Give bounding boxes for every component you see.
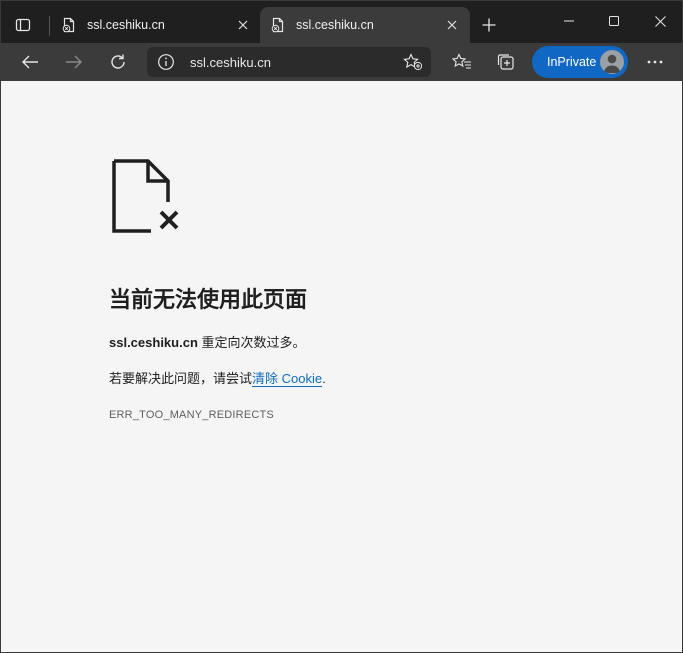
broken-favicon-icon xyxy=(62,17,75,33)
close-tab-button[interactable] xyxy=(235,17,251,33)
toolbar: ssl.ceshiku.cn InPrivate xyxy=(1,43,682,81)
broken-favicon-icon xyxy=(271,17,284,33)
more-button[interactable] xyxy=(640,47,670,77)
info-icon[interactable] xyxy=(157,53,175,71)
refresh-button[interactable] xyxy=(103,47,133,77)
close-tab-icon xyxy=(447,20,457,30)
error-suggestion: 若要解决此问题，请尝试清除 Cookie. xyxy=(109,368,326,387)
inprivate-label: InPrivate xyxy=(547,55,597,69)
forward-icon xyxy=(66,55,82,69)
minimize-button[interactable] xyxy=(554,8,584,34)
tab-title: ssl.ceshiku.cn xyxy=(87,18,165,32)
close-tab-icon xyxy=(238,20,248,30)
more-icon xyxy=(647,60,663,64)
browser-window: ssl.ceshiku.cn ssl.ceshiku.cn ssl.ceshik… xyxy=(0,0,683,653)
clear-cookies-link[interactable]: 清除 Cookie xyxy=(252,371,323,387)
back-icon xyxy=(22,55,38,69)
minimize-icon xyxy=(564,20,574,22)
forward-button[interactable] xyxy=(59,47,89,77)
tab-active[interactable]: ssl.ceshiku.cn xyxy=(260,7,470,43)
tab-actions-icon xyxy=(15,18,31,32)
close-tab-button[interactable] xyxy=(444,17,460,33)
maximize-button[interactable] xyxy=(599,8,629,34)
error-host: ssl.ceshiku.cn xyxy=(109,335,198,350)
error-message-text: 重定向次数过多。 xyxy=(197,335,306,350)
tab-separator xyxy=(49,16,50,36)
inprivate-button[interactable]: InPrivate xyxy=(532,46,628,78)
close-window-icon xyxy=(654,15,666,27)
tab-inactive[interactable]: ssl.ceshiku.cn xyxy=(51,7,261,43)
error-code: ERR_TOO_MANY_REDIRECTS xyxy=(109,409,274,421)
tab-strip: ssl.ceshiku.cn ssl.ceshiku.cn xyxy=(1,1,682,43)
suggestion-text: 若要解决此问题，请尝试 xyxy=(109,371,253,386)
new-tab-button[interactable] xyxy=(477,13,501,37)
suggestion-suffix: . xyxy=(322,371,326,386)
collections-icon xyxy=(497,54,514,70)
refresh-icon xyxy=(111,54,125,69)
close-window-button[interactable] xyxy=(645,8,675,34)
add-favorite-icon[interactable] xyxy=(403,53,423,71)
maximize-icon xyxy=(609,16,619,26)
error-message: ssl.ceshiku.cn 重定向次数过多。 xyxy=(109,332,306,351)
collections-button[interactable] xyxy=(491,47,521,77)
tab-title: ssl.ceshiku.cn xyxy=(296,18,374,32)
new-tab-icon xyxy=(482,18,496,32)
avatar xyxy=(600,50,624,74)
url-text[interactable]: ssl.ceshiku.cn xyxy=(190,55,271,70)
tab-actions-button[interactable] xyxy=(9,11,37,39)
broken-page-icon xyxy=(112,159,179,233)
favorites-button[interactable] xyxy=(447,47,477,77)
back-button[interactable] xyxy=(15,47,45,77)
page-title: 当前无法使用此页面 xyxy=(109,287,308,312)
favorites-icon xyxy=(452,53,471,69)
page-content: 当前无法使用此页面 ssl.ceshiku.cn 重定向次数过多。 若要解决此问… xyxy=(1,81,682,652)
address-bar[interactable]: ssl.ceshiku.cn xyxy=(147,47,431,77)
